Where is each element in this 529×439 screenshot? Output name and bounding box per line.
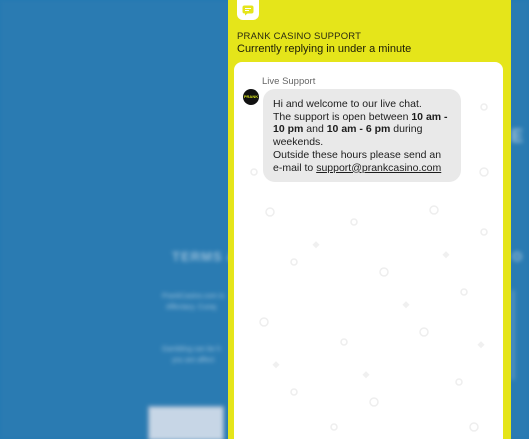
avatar-logo-text: PRANK: [243, 94, 259, 99]
message-greeting: Hi and welcome to our live chat.: [273, 98, 422, 110]
chat-widget: PRANK CASINO SUPPORT Currently replying …: [228, 0, 511, 439]
chat-header: PRANK CASINO SUPPORT Currently replying …: [228, 0, 511, 62]
agent-name-label: Live Support: [262, 76, 316, 87]
background-text: Affectacy. Curaç: [166, 304, 217, 311]
chat-bubble-icon: [237, 0, 259, 20]
agent-avatar: PRANK: [243, 89, 259, 105]
background-heading: O: [512, 249, 523, 264]
background-heading: E: [511, 126, 524, 146]
background-block: [512, 290, 529, 380]
message-text: The support is open between: [273, 110, 412, 123]
message-text: and: [303, 123, 327, 136]
background-license-badge: [148, 406, 224, 439]
background-text: you are affect: [172, 357, 215, 364]
message-bubble: Hi and welcome to our live chat. The sup…: [263, 89, 461, 183]
support-email-link[interactable]: support@prankcasino.com: [316, 162, 441, 174]
weekend-hours: 10 am - 6 pm: [326, 123, 391, 136]
chat-messages-panel[interactable]: Live Support PRANK Hi and welcome to our…: [234, 62, 503, 439]
background-text: Gambling can be h: [162, 346, 221, 353]
support-brand-name: PRANK CASINO SUPPORT: [237, 31, 362, 42]
reply-time-status: Currently replying in under a minute: [237, 43, 412, 55]
background-text: PrankCasino.com is: [162, 293, 225, 300]
